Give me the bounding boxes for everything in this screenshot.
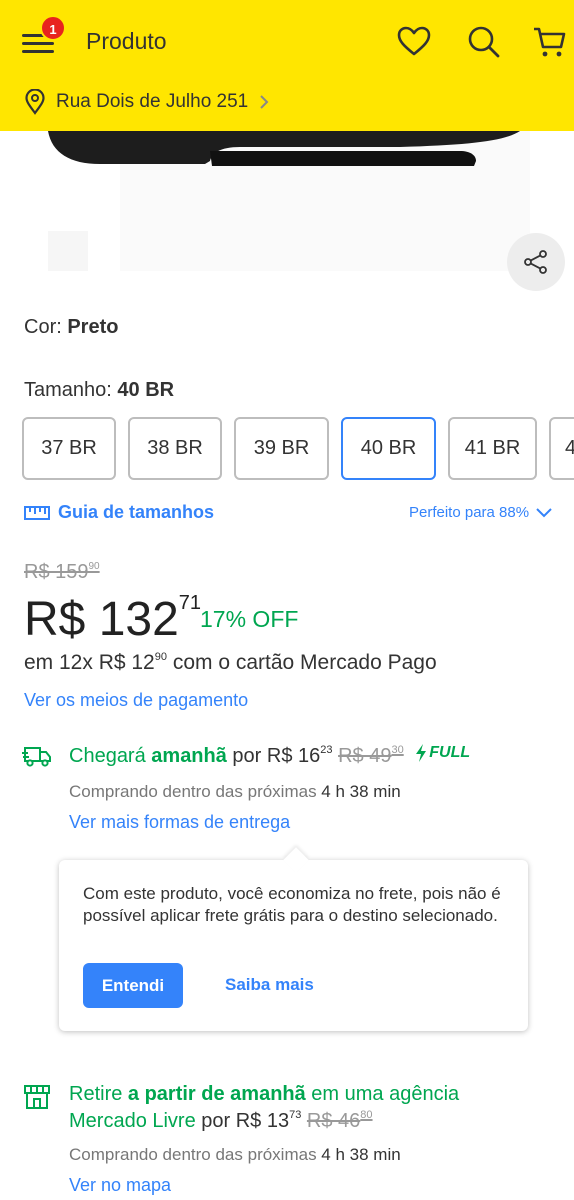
- shipping-condition: Comprando dentro das próximas 4 h 38 min: [69, 782, 401, 802]
- delivery-address[interactable]: Rua Dois de Julho 251: [24, 87, 270, 117]
- original-price: R$ 15990: [24, 561, 100, 584]
- size-option-37[interactable]: 37 BR: [22, 417, 116, 480]
- search-button[interactable]: [466, 24, 502, 60]
- shipping-time-left: 4 h 38 min: [321, 782, 401, 801]
- shipping-condition-text: Comprando dentro das próximas: [69, 782, 322, 801]
- size-selection: Tamanho: 40 BR: [24, 379, 174, 402]
- pickup-retire: Retire: [69, 1083, 128, 1105]
- cart-icon: [534, 27, 566, 57]
- shipping-old-cents: 30: [391, 744, 404, 756]
- learn-more-link[interactable]: Saiba mais: [225, 975, 314, 995]
- size-option-41[interactable]: 41 BR: [448, 417, 537, 480]
- full-label: FULL: [429, 744, 471, 761]
- top-header: 1 Produto Rua Dois de Julho 251: [0, 0, 574, 131]
- pickup-old-price: R$ 4680: [306, 1109, 373, 1132]
- understood-button[interactable]: Entendi: [83, 963, 183, 1008]
- pickup-old-cents: 80: [360, 1109, 373, 1121]
- product-image[interactable]: [0, 131, 574, 291]
- cart-button[interactable]: [532, 24, 568, 60]
- shipping-price-cents: 23: [320, 744, 333, 756]
- shipping-old-price: R$ 4930: [338, 744, 404, 767]
- size-guide-label: Guia de tamanhos: [58, 502, 215, 522]
- page-title: Produto: [86, 28, 167, 54]
- location-pin-icon: [25, 89, 45, 115]
- pickup-old-main: R$ 46: [306, 1110, 361, 1132]
- installments-cents: 90: [154, 651, 167, 663]
- pickup-time-left: 4 h 38 min: [321, 1145, 401, 1164]
- truck-icon: [22, 744, 52, 773]
- pickup-price: por R$ 13: [195, 1110, 290, 1132]
- current-price: R$ 13271: [24, 592, 201, 647]
- size-option-40[interactable]: 40 BR: [341, 417, 436, 480]
- installments-card: com o cartão Mercado Pago: [167, 651, 437, 674]
- price-main: R$ 132: [24, 593, 179, 646]
- pickup-when: a partir de amanhã: [127, 1083, 306, 1105]
- fit-rating[interactable]: Perfeito para 88%: [409, 504, 553, 521]
- size-option-39[interactable]: 39 BR: [234, 417, 329, 480]
- size-option-next[interactable]: 4: [549, 417, 574, 480]
- pickup-info: Retire a partir de amanhã em uma agência: [69, 1083, 459, 1106]
- color-label: Cor:: [24, 316, 68, 338]
- share-button[interactable]: [507, 233, 565, 291]
- pickup-condition-text: Comprando dentro das próximas: [69, 1145, 322, 1164]
- discount-badge: 17% OFF: [200, 606, 299, 632]
- search-icon: [468, 26, 500, 58]
- heart-icon: [397, 26, 431, 56]
- shipping-tooltip: Com este produto, você economiza no fret…: [59, 847, 528, 1031]
- shipping-arrives: Chegará: [69, 745, 152, 767]
- shipping-when: amanhã: [151, 745, 227, 767]
- original-price-main: R$ 159: [24, 561, 89, 583]
- installments-info: em 12x R$ 1290 com o cartão Mercado Pago: [24, 651, 437, 675]
- size-option-38[interactable]: 38 BR: [128, 417, 222, 480]
- chevron-right-icon: [260, 95, 269, 109]
- favorites-button[interactable]: [396, 24, 432, 60]
- address-text: Rua Dois de Julho 251: [56, 91, 249, 112]
- shipping-old-main: R$ 49: [338, 745, 392, 767]
- shipping-info: Chegará amanhã por R$ 1623 R$ 4930 FULL: [69, 744, 470, 768]
- menu-icon-bar: [22, 50, 54, 53]
- shoe-image: [48, 131, 530, 271]
- pickup-condition: Comprando dentro das próximas 4 h 38 min: [69, 1145, 401, 1165]
- size-label: Tamanho:: [24, 379, 118, 401]
- fit-label: Perfeito para 88%: [409, 504, 530, 521]
- shipping-price: por R$ 16: [226, 745, 321, 767]
- tooltip-arrow: [283, 847, 309, 873]
- menu-icon-bar: [22, 42, 54, 45]
- payment-methods-link[interactable]: Ver os meios de pagamento: [24, 690, 248, 711]
- pickup-where: em uma agência: [305, 1083, 460, 1105]
- installments-amount: em 12x R$ 12: [24, 651, 155, 674]
- more-shipping-link[interactable]: Ver mais formas de entrega: [69, 812, 290, 833]
- ruler-icon: [24, 505, 50, 520]
- full-badge: FULL: [415, 744, 470, 762]
- color-selection: Cor: Preto: [24, 316, 118, 339]
- size-options: 37 BR 38 BR 39 BR 40 BR 41 BR 4: [22, 417, 574, 481]
- size-guide-link[interactable]: Guia de tamanhos: [24, 502, 214, 523]
- tooltip-text: Com este produto, você economiza no fret…: [83, 884, 501, 925]
- notification-badge: 1: [40, 15, 66, 41]
- pickup-agency: Mercado Livre: [69, 1110, 196, 1132]
- chevron-down-icon: [536, 507, 552, 517]
- pickup-price-line: Mercado Livre por R$ 1373 R$ 4680: [69, 1109, 373, 1133]
- store-icon: [24, 1084, 50, 1115]
- size-value: 40 BR: [117, 379, 175, 401]
- share-icon: [524, 250, 547, 274]
- color-value: Preto: [67, 316, 119, 338]
- view-map-link[interactable]: Ver no mapa: [69, 1175, 171, 1196]
- pickup-price-cents: 73: [289, 1109, 302, 1121]
- lightning-icon: [416, 744, 427, 762]
- price-cents: 71: [178, 592, 202, 614]
- original-price-cents: 90: [88, 561, 100, 572]
